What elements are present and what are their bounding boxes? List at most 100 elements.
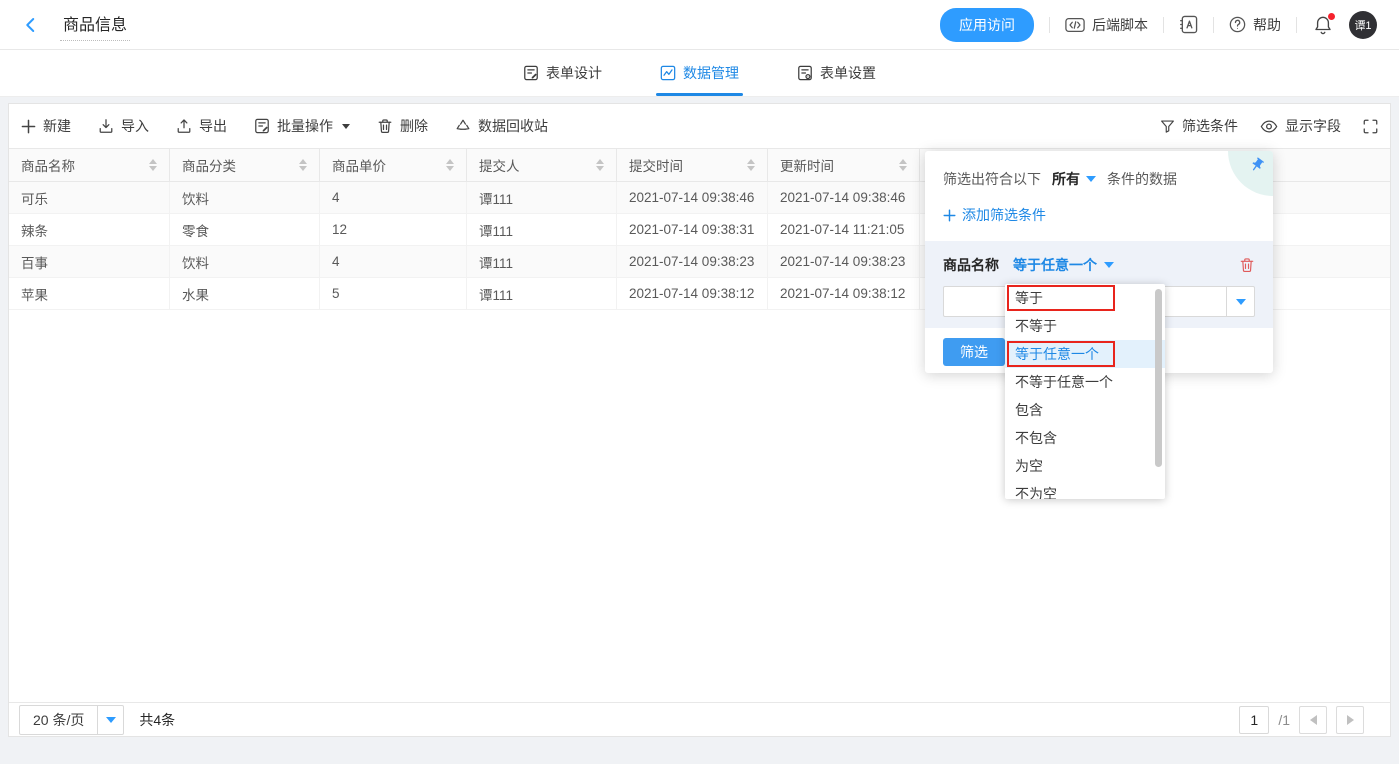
batch-doc-icon <box>254 118 270 134</box>
delete-condition-icon[interactable] <box>1239 257 1255 273</box>
chevron-down-icon <box>106 717 116 723</box>
chevron-down-icon <box>1086 176 1096 182</box>
table-cell: 谭111 <box>467 278 617 310</box>
divider <box>1163 17 1164 33</box>
next-page-button[interactable] <box>1336 706 1364 734</box>
page-title[interactable]: 商品信息 <box>60 9 130 41</box>
tab-form-design[interactable]: 表单设计 <box>523 50 602 96</box>
operator-option[interactable]: 不为空 <box>1005 480 1165 499</box>
table-cell: 辣条 <box>9 214 170 246</box>
filter-intro: 筛选出符合以下 所有 条件的数据 <box>943 169 1255 189</box>
notification-bell-icon[interactable] <box>1312 13 1334 37</box>
operator-option[interactable]: 等于 <box>1005 284 1165 312</box>
dropdown-scrollbar[interactable] <box>1155 289 1162 467</box>
column-label: 商品名称 <box>21 155 75 175</box>
divider <box>1049 17 1050 33</box>
import-icon <box>98 118 114 134</box>
page-size-select[interactable]: 20 条/页 <box>19 705 124 735</box>
app-header: 商品信息 应用访问 后端脚本 帮助 谭1 <box>0 0 1399 50</box>
page-size-toggle[interactable] <box>97 706 123 734</box>
table-cell: 饮料 <box>170 246 320 278</box>
condition-operator-select[interactable]: 等于任意一个 <box>1013 255 1114 275</box>
column-header[interactable]: 商品名称 <box>9 148 170 182</box>
column-label: 提交人 <box>479 155 520 175</box>
condition-field[interactable]: 商品名称 <box>943 255 999 275</box>
add-condition-button[interactable]: 添加筛选条件 <box>943 205 1046 225</box>
value-dropdown-toggle[interactable] <box>1226 287 1254 316</box>
show-fields-button[interactable]: 显示字段 <box>1260 116 1341 136</box>
chevron-right-icon <box>1347 715 1354 725</box>
sort-icon[interactable] <box>446 159 454 171</box>
table-cell: 饮料 <box>170 182 320 214</box>
tab-data-management[interactable]: 数据管理 <box>660 50 739 96</box>
form-settings-icon <box>797 65 813 81</box>
operator-option[interactable]: 不等于任意一个 <box>1005 368 1165 396</box>
sort-icon[interactable] <box>149 159 157 171</box>
table-cell: 谭111 <box>467 246 617 278</box>
table-cell: 2021-07-14 09:38:23 <box>768 246 920 278</box>
table-cell: 谭111 <box>467 214 617 246</box>
plus-icon <box>943 209 956 222</box>
operator-option[interactable]: 等于任意一个 <box>1005 340 1165 368</box>
filter-intro-prefix: 筛选出符合以下 <box>943 169 1041 189</box>
page-size-value: 20 条/页 <box>20 706 97 734</box>
column-header[interactable]: 提交人 <box>467 148 617 182</box>
page-count: /1 <box>1278 712 1290 728</box>
eye-icon <box>1260 120 1278 133</box>
code-icon <box>1065 17 1085 33</box>
pager: 1 /1 <box>1239 706 1380 734</box>
batch-operation-button[interactable]: 批量操作 <box>254 116 350 136</box>
app-access-button[interactable]: 应用访问 <box>940 8 1034 42</box>
operator-option[interactable]: 不包含 <box>1005 424 1165 452</box>
chevron-down-icon <box>1104 262 1114 268</box>
fullscreen-icon[interactable] <box>1363 119 1378 134</box>
new-button[interactable]: 新建 <box>21 116 71 136</box>
chevron-down-icon <box>342 124 350 129</box>
sort-icon[interactable] <box>596 159 604 171</box>
header-actions: 应用访问 后端脚本 帮助 谭1 <box>940 8 1377 42</box>
prev-page-button[interactable] <box>1299 706 1327 734</box>
filter-intro-suffix: 条件的数据 <box>1107 169 1177 189</box>
table-cell: 2021-07-14 09:38:12 <box>617 278 768 310</box>
export-button[interactable]: 导出 <box>176 116 227 136</box>
question-circle-icon <box>1229 16 1246 33</box>
divider <box>1296 17 1297 33</box>
table-cell: 谭111 <box>467 182 617 214</box>
toolbar-right: 筛选条件 显示字段 <box>1160 116 1378 136</box>
backend-script-button[interactable]: 后端脚本 <box>1065 15 1148 35</box>
import-button[interactable]: 导入 <box>98 116 149 136</box>
recycle-icon <box>455 118 471 134</box>
delete-button[interactable]: 删除 <box>377 116 428 136</box>
pagination-bar: 20 条/页 共4条 1 /1 <box>9 702 1390 736</box>
apply-filter-button[interactable]: 筛选 <box>943 338 1005 366</box>
sort-icon[interactable] <box>899 159 907 171</box>
sort-icon[interactable] <box>747 159 755 171</box>
table-cell: 4 <box>320 182 467 214</box>
table-cell: 水果 <box>170 278 320 310</box>
avatar[interactable]: 谭1 <box>1349 11 1377 39</box>
chevron-down-icon <box>1236 299 1246 305</box>
column-header[interactable]: 商品分类 <box>170 148 320 182</box>
operator-option[interactable]: 不等于 <box>1005 312 1165 340</box>
tab-form-settings[interactable]: 表单设置 <box>797 50 876 96</box>
tab-bar: 表单设计 数据管理 表单设置 <box>0 50 1399 97</box>
column-header[interactable]: 商品单价 <box>320 148 467 182</box>
dictionary-icon[interactable] <box>1179 15 1198 34</box>
table-cell: 百事 <box>9 246 170 278</box>
back-icon[interactable] <box>22 16 40 34</box>
plus-icon <box>21 119 36 134</box>
filter-conditions-button[interactable]: 筛选条件 <box>1160 116 1238 136</box>
recycle-bin-button[interactable]: 数据回收站 <box>455 116 548 136</box>
table-cell: 可乐 <box>9 182 170 214</box>
help-button[interactable]: 帮助 <box>1229 15 1281 35</box>
match-mode-select[interactable]: 所有 <box>1052 169 1096 189</box>
table-cell: 苹果 <box>9 278 170 310</box>
total-count: 共4条 <box>139 710 175 730</box>
column-header[interactable]: 更新时间 <box>768 148 920 182</box>
operator-option[interactable]: 包含 <box>1005 396 1165 424</box>
page-number-input[interactable]: 1 <box>1239 706 1269 734</box>
filter-panel: 筛选出符合以下 所有 条件的数据 添加筛选条件 商品名称 等于任意一个 <box>925 151 1273 373</box>
sort-icon[interactable] <box>299 159 307 171</box>
column-header[interactable]: 提交时间 <box>617 148 768 182</box>
operator-option[interactable]: 为空 <box>1005 452 1165 480</box>
